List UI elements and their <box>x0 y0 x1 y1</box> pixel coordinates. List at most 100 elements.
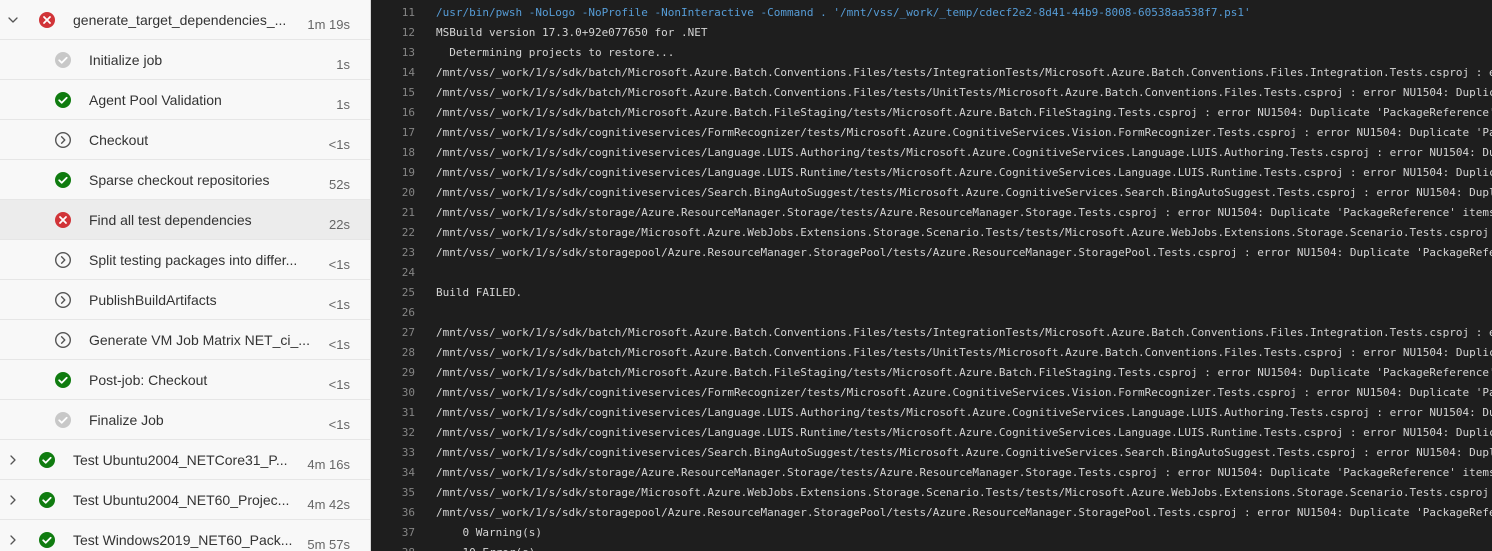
log-line: 38 10 Error(s) <box>371 543 1492 551</box>
line-number: 14 <box>401 66 415 79</box>
log-line: 32/mnt/vss/_work/1/s/sdk/cognitiveservic… <box>371 423 1492 443</box>
line-number: 13 <box>401 46 415 59</box>
chevron-down-icon[interactable] <box>5 12 21 28</box>
log-text: Build FAILED. <box>436 286 523 299</box>
log-line: 37 0 Warning(s) <box>371 523 1492 543</box>
log-text: /mnt/vss/_work/1/s/sdk/cognitiveservices… <box>436 166 1492 179</box>
step-row[interactable]: Split testing packages into differ... <1s <box>0 240 370 280</box>
log-text: /mnt/vss/_work/1/s/sdk/batch/Microsoft.A… <box>436 326 1492 339</box>
step-row[interactable]: Agent Pool Validation 1s <box>0 80 370 120</box>
log-line: 17/mnt/vss/_work/1/s/sdk/cognitiveservic… <box>371 123 1492 143</box>
log-text: /mnt/vss/_work/1/s/sdk/batch/Microsoft.A… <box>436 86 1492 99</box>
log-line: 20/mnt/vss/_work/1/s/sdk/cognitiveservic… <box>371 183 1492 203</box>
log-text: /mnt/vss/_work/1/s/sdk/cognitiveservices… <box>436 386 1492 399</box>
step-row[interactable]: Checkout <1s <box>0 120 370 160</box>
step-duration: <1s <box>328 297 350 312</box>
log-text: /usr/bin/pwsh -NoLogo -NoProfile -NonInt… <box>436 6 1251 19</box>
log-line: 24 <box>371 263 1492 283</box>
line-number: 36 <box>401 506 415 519</box>
job-duration: 4m 42s <box>307 497 350 512</box>
line-number: 24 <box>401 266 415 279</box>
log-line: 34/mnt/vss/_work/1/s/sdk/storage/Azure.R… <box>371 463 1492 483</box>
log-line: 22/mnt/vss/_work/1/s/sdk/storage/Microso… <box>371 223 1492 243</box>
log-line: 15/mnt/vss/_work/1/s/sdk/batch/Microsoft… <box>371 83 1492 103</box>
success-check-icon <box>54 371 72 389</box>
job-name: generate_target_dependencies_... <box>73 12 287 28</box>
step-duration: <1s <box>328 377 350 392</box>
job-row[interactable]: Test Windows2019_NET60_Pack... 5m 57s <box>0 520 370 551</box>
log-line: 29/mnt/vss/_work/1/s/sdk/batch/Microsoft… <box>371 363 1492 383</box>
step-row[interactable]: Finalize Job <1s <box>0 400 370 440</box>
log-line: 35/mnt/vss/_work/1/s/sdk/storage/Microso… <box>371 483 1492 503</box>
log-line: 28/mnt/vss/_work/1/s/sdk/batch/Microsoft… <box>371 343 1492 363</box>
skipped-icon <box>54 251 72 269</box>
log-text: /mnt/vss/_work/1/s/sdk/storage/Microsoft… <box>436 486 1489 499</box>
chevron-right-icon[interactable] <box>5 492 21 508</box>
log-text: /mnt/vss/_work/1/s/sdk/cognitiveservices… <box>436 186 1492 199</box>
chevron-right-icon[interactable] <box>5 532 21 548</box>
step-label: Checkout <box>89 132 149 148</box>
log-line: 33/mnt/vss/_work/1/s/sdk/cognitiveservic… <box>371 443 1492 463</box>
step-label: Finalize Job <box>89 412 164 428</box>
line-number: 19 <box>401 166 415 179</box>
success-check-icon <box>38 451 56 469</box>
log-text: /mnt/vss/_work/1/s/sdk/cognitiveservices… <box>436 446 1492 459</box>
log-line: 23/mnt/vss/_work/1/s/sdk/storagepool/Azu… <box>371 243 1492 263</box>
line-number: 18 <box>401 146 415 159</box>
line-number: 22 <box>401 226 415 239</box>
step-row[interactable]: Find all test dependencies 22s <box>0 200 370 240</box>
skipped-icon <box>54 131 72 149</box>
line-number: 15 <box>401 86 415 99</box>
log-line: 18/mnt/vss/_work/1/s/sdk/cognitiveservic… <box>371 143 1492 163</box>
line-number: 20 <box>401 186 415 199</box>
log-line: 36/mnt/vss/_work/1/s/sdk/storagepool/Azu… <box>371 503 1492 523</box>
log-text: 10 Error(s) <box>436 543 535 551</box>
success-check-icon <box>38 531 56 549</box>
success-check-icon <box>38 491 56 509</box>
job-row[interactable]: Test Ubuntu2004_NETCore31_P... 4m 16s <box>0 440 370 480</box>
pipeline-steps-panel: generate_target_dependencies_... 1m 19s In… <box>0 0 371 551</box>
step-label: Post-job: Checkout <box>89 372 208 388</box>
line-number: 25 <box>401 286 415 299</box>
step-label: Sparse checkout repositories <box>89 172 270 188</box>
job-row[interactable]: generate_target_dependencies_... 1m 19s <box>0 0 370 40</box>
job-duration: 4m 16s <box>307 457 350 472</box>
log-line: 26 <box>371 303 1492 323</box>
line-number: 16 <box>401 106 415 119</box>
line-number: 31 <box>401 406 415 419</box>
line-number: 33 <box>401 446 415 459</box>
step-duration: <1s <box>328 257 350 272</box>
log-text: /mnt/vss/_work/1/s/sdk/batch/Microsoft.A… <box>436 366 1492 379</box>
line-number: 27 <box>401 326 415 339</box>
step-row[interactable]: Generate VM Job Matrix NET_ci_... <1s <box>0 320 370 360</box>
line-number: 37 <box>401 526 415 539</box>
job-name: Test Ubuntu2004_NET60_Projec... <box>73 492 290 508</box>
log-text: /mnt/vss/_work/1/s/sdk/batch/Microsoft.A… <box>436 346 1492 359</box>
job-duration: 1m 19s <box>307 17 350 32</box>
skipped-icon <box>54 331 72 349</box>
success-check-icon <box>54 411 72 429</box>
log-text: /mnt/vss/_work/1/s/sdk/storage/Azure.Res… <box>436 466 1492 479</box>
success-check-icon <box>54 91 72 109</box>
log-text: /mnt/vss/_work/1/s/sdk/cognitiveservices… <box>436 126 1492 139</box>
success-check-icon <box>54 171 72 189</box>
log-line: 31/mnt/vss/_work/1/s/sdk/cognitiveservic… <box>371 403 1492 423</box>
step-row[interactable]: Initialize job 1s <box>0 40 370 80</box>
log-line: 19/mnt/vss/_work/1/s/sdk/cognitiveservic… <box>371 163 1492 183</box>
line-number: 28 <box>401 346 415 359</box>
line-number: 35 <box>401 486 415 499</box>
chevron-right-icon[interactable] <box>5 452 21 468</box>
log-text: /mnt/vss/_work/1/s/sdk/storage/Microsoft… <box>436 226 1489 239</box>
log-line: 12 MSBuild version 17.3.0+92e077650 for .… <box>371 23 1492 43</box>
log-line: 14/mnt/vss/_work/1/s/sdk/batch/Microsoft… <box>371 63 1492 83</box>
log-output-panel[interactable]: 11/usr/bin/pwsh -NoLogo -NoProfile -NonI… <box>371 0 1492 551</box>
log-text: /mnt/vss/_work/1/s/sdk/batch/Microsoft.A… <box>436 106 1492 119</box>
job-row[interactable]: Test Ubuntu2004_NET60_Projec... 4m 42s <box>0 480 370 520</box>
log-text: /mnt/vss/_work/1/s/sdk/storage/Azure.Res… <box>436 206 1492 219</box>
error-icon <box>38 11 56 29</box>
step-row[interactable]: Post-job: Checkout <1s <box>0 360 370 400</box>
step-row[interactable]: Sparse checkout repositories 52s <box>0 160 370 200</box>
step-row[interactable]: PublishBuildArtifacts <1s <box>0 280 370 320</box>
job-name: Test Ubuntu2004_NETCore31_P... <box>73 452 288 468</box>
step-label: Generate VM Job Matrix NET_ci_... <box>89 332 310 348</box>
